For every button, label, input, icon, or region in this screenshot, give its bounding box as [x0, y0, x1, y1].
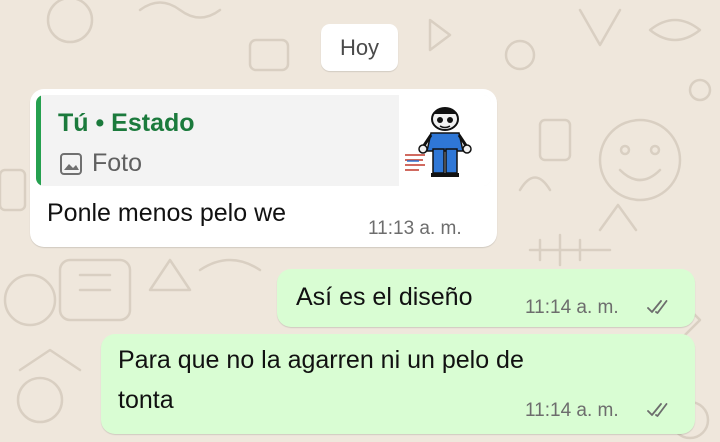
outgoing-message-text: Así es el diseño: [296, 283, 473, 311]
quote-media-label: Foto: [92, 149, 143, 177]
incoming-message-text: Ponle menos pelo we: [47, 199, 287, 227]
quote-accent-bar: [36, 95, 41, 186]
quote-title: Tú • Estado: [58, 109, 195, 137]
outgoing-message-bubble[interactable]: Así es el diseño 11:14 a. m.: [277, 269, 695, 327]
outgoing-message-time: 11:14 a. m.: [525, 400, 619, 421]
double-check-icon: [647, 403, 668, 417]
incoming-message-bubble[interactable]: Tú • Estado Foto Ponle menos pelo we 11:…: [30, 89, 497, 247]
date-chip: Hoy: [321, 24, 398, 71]
date-label: Hoy: [339, 34, 380, 60]
outgoing-message-time: 11:14 a. m.: [525, 297, 619, 318]
status-thumbnail-image: [405, 107, 472, 177]
quoted-status-reply[interactable]: Tú • Estado Foto: [36, 95, 491, 186]
outgoing-message-line: tonta: [118, 386, 174, 414]
outgoing-message-bubble[interactable]: Para que no la agarren ni un pelo de ton…: [101, 334, 695, 434]
outgoing-message-line: Para que no la agarren ni un pelo de: [118, 346, 524, 374]
double-check-icon: [647, 300, 668, 314]
status-thumbnail[interactable]: [399, 95, 491, 186]
photo-icon: [58, 151, 84, 177]
incoming-message-time: 11:13 a. m.: [368, 218, 462, 239]
quote-media-row: Foto: [58, 149, 142, 178]
